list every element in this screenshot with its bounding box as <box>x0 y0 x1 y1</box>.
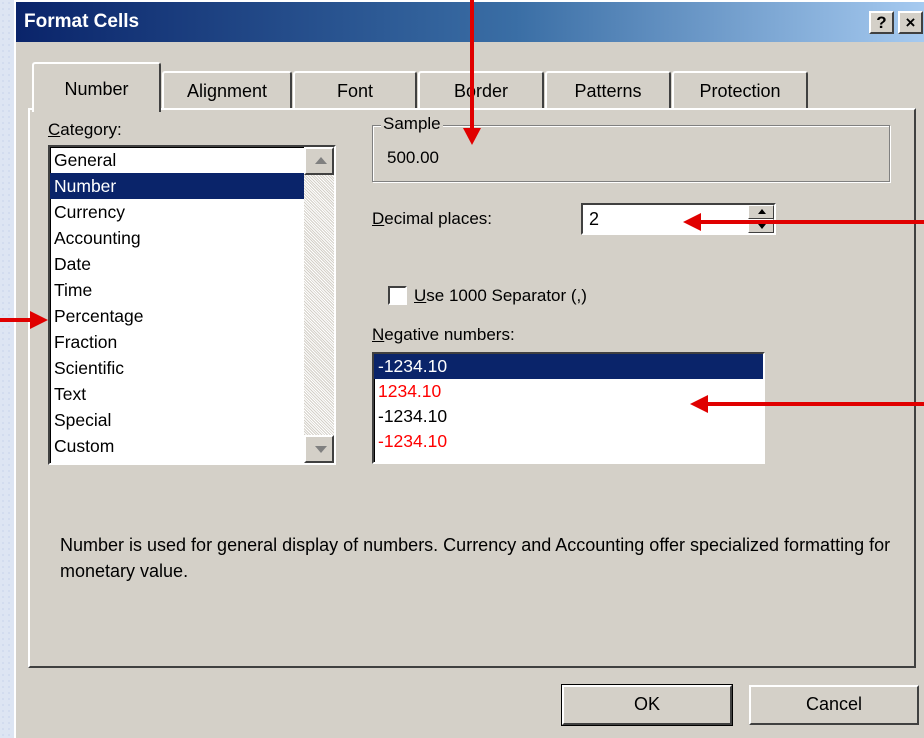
use-1000-separator-checkbox[interactable] <box>388 286 407 305</box>
negative-number-option[interactable]: -1234.10 <box>374 354 763 379</box>
scroll-up-button[interactable] <box>304 147 334 175</box>
arrow-down-icon <box>315 446 327 453</box>
category-item-time[interactable]: Time <box>50 277 334 303</box>
category-item-scientific[interactable]: Scientific <box>50 355 334 381</box>
category-listbox[interactable]: General Number Currency Accounting Date Time P… <box>48 145 336 465</box>
spin-up-icon <box>758 209 766 214</box>
tab-protection[interactable]: Protection <box>672 71 808 109</box>
spin-down-icon <box>758 224 766 229</box>
annotation-arrow-category-shaft <box>0 318 30 322</box>
help-button[interactable]: ? <box>869 11 894 34</box>
annotation-arrow-sample-shaft <box>470 0 474 132</box>
negative-numbers-label: Negative numbers: <box>372 325 515 344</box>
category-list: General Number Currency Accounting Date Time P… <box>50 147 334 459</box>
sample-legend: Sample <box>381 114 443 134</box>
annotation-arrow-decimal-shaft <box>700 220 924 224</box>
category-item-percentage[interactable]: Percentage <box>50 303 334 329</box>
use-1000-separator-label[interactable]: Use 1000 Separator (,) <box>414 286 587 306</box>
tab-border[interactable]: Border <box>418 71 544 109</box>
tab-alignment[interactable]: Alignment <box>162 71 292 109</box>
decimal-places-value[interactable]: 2 <box>589 209 599 229</box>
category-item-text[interactable]: Text <box>50 381 334 407</box>
category-item-custom[interactable]: Custom <box>50 433 334 459</box>
close-button[interactable]: × <box>898 11 923 34</box>
category-item-currency[interactable]: Currency <box>50 199 334 225</box>
ok-button[interactable]: OK <box>561 684 733 726</box>
category-item-number[interactable]: Number <box>50 173 334 199</box>
category-item-fraction[interactable]: Fraction <box>50 329 334 355</box>
tab-patterns[interactable]: Patterns <box>545 71 671 109</box>
annotation-arrow-decimal-head <box>683 213 701 231</box>
category-item-date[interactable]: Date <box>50 251 334 277</box>
cancel-button[interactable]: Cancel <box>749 685 919 725</box>
dialog-title: Format Cells <box>24 11 140 32</box>
annotation-arrow-negative-head <box>690 395 708 413</box>
format-cells-dialog: Format Cells ? × Number Alignment Font B… <box>14 0 924 738</box>
decimal-places-spinner[interactable]: 2 <box>581 203 776 235</box>
category-label: Category: <box>48 120 122 139</box>
decimal-places-label: Decimal places: <box>372 209 492 228</box>
category-scrollbar[interactable] <box>304 147 334 463</box>
spin-up-button[interactable] <box>748 205 774 219</box>
sample-value: 500.00 <box>387 148 439 167</box>
scroll-down-button[interactable] <box>304 435 334 463</box>
annotation-arrow-sample-head <box>463 128 481 145</box>
category-item-special[interactable]: Special <box>50 407 334 433</box>
spinner-buttons <box>748 205 774 233</box>
negative-number-option[interactable]: -1234.10 <box>374 429 763 454</box>
sample-group: Sample 500.00 <box>372 114 890 182</box>
format-description: Number is used for general display of nu… <box>60 535 891 581</box>
tab-number[interactable]: Number <box>32 62 161 112</box>
category-item-general[interactable]: General <box>50 147 334 173</box>
arrow-up-icon <box>315 157 327 164</box>
annotation-arrow-category-head <box>30 311 48 329</box>
tab-font[interactable]: Font <box>293 71 417 109</box>
annotation-arrow-negative-shaft <box>708 402 924 406</box>
category-item-accounting[interactable]: Accounting <box>50 225 334 251</box>
